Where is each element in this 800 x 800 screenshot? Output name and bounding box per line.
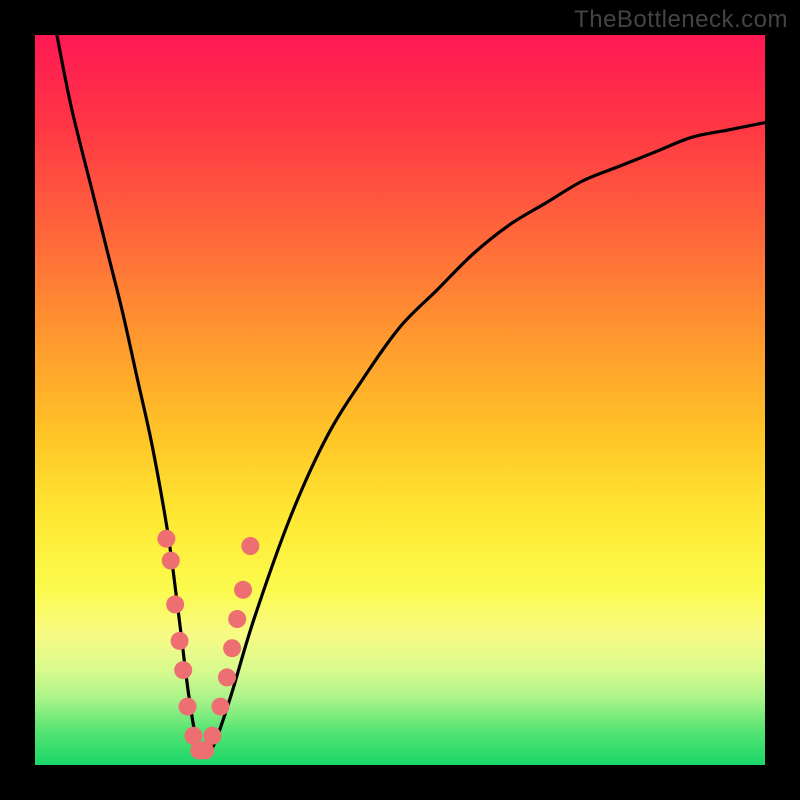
curve-marker bbox=[218, 668, 236, 686]
plot-area bbox=[35, 35, 765, 765]
bottleneck-curve bbox=[57, 35, 765, 752]
curve-marker bbox=[157, 530, 175, 548]
curve-marker bbox=[228, 610, 246, 628]
curve-marker bbox=[223, 639, 241, 657]
curve-marker bbox=[166, 595, 184, 613]
curve-marker bbox=[174, 661, 192, 679]
curve-marker bbox=[179, 698, 197, 716]
curve-marker bbox=[203, 727, 221, 745]
curve-marker bbox=[171, 632, 189, 650]
curve-marker bbox=[241, 537, 259, 555]
curve-marker bbox=[162, 552, 180, 570]
curve-layer bbox=[35, 35, 765, 765]
curve-marker bbox=[234, 581, 252, 599]
watermark-text: TheBottleneck.com bbox=[574, 6, 788, 34]
chart-frame: TheBottleneck.com bbox=[0, 0, 800, 800]
curve-marker bbox=[211, 698, 229, 716]
marker-group bbox=[157, 530, 259, 760]
